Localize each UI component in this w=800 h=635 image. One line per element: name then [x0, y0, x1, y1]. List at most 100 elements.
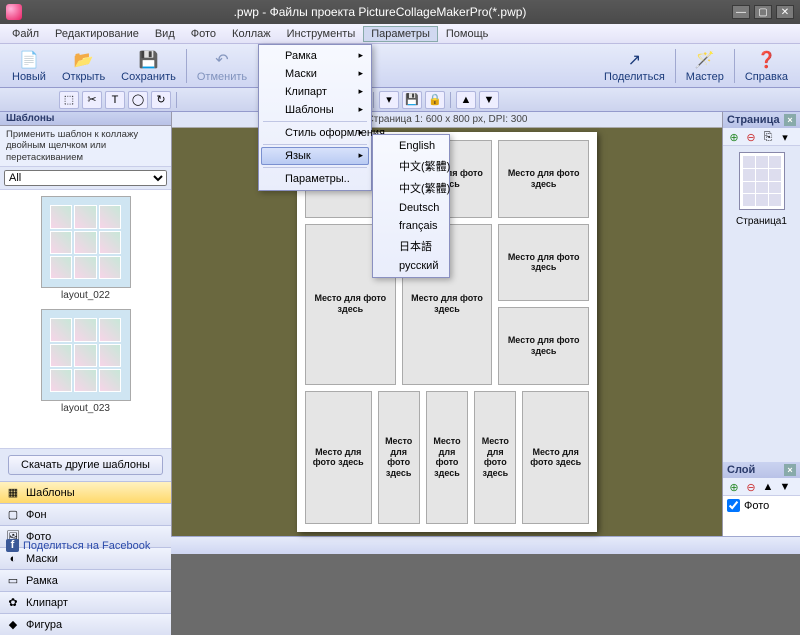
layer-up[interactable]: ▲ — [456, 91, 476, 109]
template-caption: layout_023 — [0, 403, 171, 414]
toolbar-separator — [373, 92, 374, 108]
template-item[interactable]: layout_022 — [0, 190, 171, 303]
menu-separator — [263, 121, 367, 122]
menu-file[interactable]: Файл — [4, 26, 47, 42]
share-icon: ↗ — [623, 49, 645, 71]
acc-label: Фигура — [26, 619, 62, 631]
photo-slot[interactable]: Место для фото здесь — [378, 391, 420, 524]
menu-clipart[interactable]: Клипарт — [261, 83, 369, 101]
acc-clipart[interactable]: ✿Клипарт — [0, 591, 171, 613]
template-thumb — [41, 196, 131, 288]
templates-hint: Применить шаблон к коллажу двойным щелчк… — [0, 126, 171, 167]
lang-deutsch[interactable]: Deutsch — [375, 199, 447, 217]
acc-shape[interactable]: ◆Фигура — [0, 613, 171, 635]
photo-slot[interactable]: Место для фото здесь — [522, 391, 589, 524]
tool-shape[interactable]: ◯ — [128, 91, 148, 109]
menu-view[interactable]: Вид — [147, 26, 183, 42]
clipart-icon: ✿ — [6, 596, 20, 610]
close-button[interactable]: ✕ — [776, 5, 794, 19]
photo-slot[interactable]: Место для фото здесь — [498, 307, 589, 385]
menu-language[interactable]: Язык — [261, 147, 369, 165]
undo-icon: ↶ — [211, 49, 233, 71]
close-panel-icon[interactable]: × — [784, 464, 796, 476]
menu-collage[interactable]: Коллаж — [224, 26, 279, 42]
menu-separator — [263, 167, 367, 168]
menu-templates[interactable]: Шаблоны — [261, 101, 369, 119]
acc-label: Фон — [26, 509, 47, 521]
photo-slot[interactable]: Место для фото здесь — [474, 391, 516, 524]
minimize-button[interactable]: — — [732, 5, 750, 19]
language-submenu: English 中文(繁體) 中文(繁體) Deutsch français 日… — [372, 134, 450, 278]
menu-frames[interactable]: Рамка — [261, 47, 369, 65]
page-opts-icon[interactable]: ▾ — [778, 130, 792, 144]
photo-slot[interactable]: Место для фото здесь — [498, 140, 589, 218]
toolbar-separator — [450, 92, 451, 108]
acc-frame[interactable]: ▭Рамка — [0, 569, 171, 591]
menu-tools[interactable]: Инструменты — [279, 26, 364, 42]
layer-add-icon[interactable]: ⊕ — [727, 480, 741, 494]
save-button[interactable]: 💾Сохранить — [113, 47, 184, 85]
wizard-label: Мастер — [686, 71, 724, 83]
layer-down[interactable]: ▼ — [479, 91, 499, 109]
template-item[interactable]: layout_023 — [0, 303, 171, 416]
photo-slot[interactable]: Место для фото здесь — [426, 391, 468, 524]
layer-row[interactable]: Фото — [727, 499, 796, 512]
tool-text[interactable]: T — [105, 91, 125, 109]
share-label: Поделиться — [604, 71, 665, 83]
share-facebook-link[interactable]: Поделиться на Facebook — [23, 540, 150, 552]
open-label: Открыть — [62, 71, 105, 83]
open-button[interactable]: 📂Открыть — [54, 47, 113, 85]
menu-params[interactable]: Параметры — [363, 26, 438, 42]
menu-masks[interactable]: Маски — [261, 65, 369, 83]
lang-japanese[interactable]: 日本語 — [375, 235, 447, 257]
new-label: Новый — [12, 71, 46, 83]
share-button[interactable]: ↗Поделиться — [596, 47, 673, 85]
new-button[interactable]: 📄Новый — [4, 47, 54, 85]
maximize-button[interactable]: ▢ — [754, 5, 772, 19]
lang-francais[interactable]: français — [375, 217, 447, 235]
layer-down-icon[interactable]: ▼ — [778, 480, 792, 494]
lang-zh1[interactable]: 中文(繁體) — [375, 155, 447, 177]
photo-slot[interactable]: Место для фото здесь — [305, 391, 372, 524]
save-pic[interactable]: 💾 — [402, 91, 422, 109]
tool-rotate[interactable]: ↻ — [151, 91, 171, 109]
toolbar-separator — [675, 49, 676, 83]
acc-label: Рамка — [26, 575, 58, 587]
page-thumbnail[interactable] — [739, 152, 785, 210]
lang-russian[interactable]: русский — [375, 257, 447, 275]
templates-icon: ▦ — [6, 486, 20, 500]
layer-del-icon[interactable]: ⊖ — [744, 480, 758, 494]
undo-button[interactable]: ↶Отменить — [189, 47, 255, 85]
close-panel-icon[interactable]: × — [784, 114, 796, 126]
template-category-select[interactable]: All — [4, 170, 167, 186]
download-templates-button[interactable]: Скачать другие шаблоны — [8, 455, 163, 475]
layers-header: Слой× — [723, 462, 800, 478]
lock[interactable]: 🔒 — [425, 91, 445, 109]
toolbar-separator — [176, 92, 177, 108]
menu-style[interactable]: Стиль оформления — [261, 124, 369, 142]
menu-photo[interactable]: Фото — [183, 26, 224, 42]
layer-visible-checkbox[interactable] — [727, 499, 740, 512]
lang-zh2[interactable]: 中文(繁體) — [375, 177, 447, 199]
add-page-icon[interactable]: ⊕ — [727, 130, 741, 144]
new-icon: 📄 — [18, 49, 40, 71]
layer-up-icon[interactable]: ▲ — [761, 480, 775, 494]
help-button[interactable]: ❓Справка — [737, 47, 796, 85]
tool-crop[interactable]: ✂ — [82, 91, 102, 109]
menu-help[interactable]: Помощь — [438, 26, 497, 42]
zoom-fit[interactable]: ▾ — [379, 91, 399, 109]
template-list[interactable]: layout_022 layout_023 — [0, 189, 171, 449]
lang-english[interactable]: English — [375, 137, 447, 155]
wizard-button[interactable]: 🪄Мастер — [678, 47, 732, 85]
tool-select[interactable]: ⬚ — [59, 91, 79, 109]
delete-page-icon[interactable]: ⊖ — [744, 130, 758, 144]
undo-label: Отменить — [197, 71, 247, 83]
facebook-icon[interactable]: f — [6, 539, 19, 552]
dup-page-icon[interactable]: ⎘ — [761, 130, 775, 144]
menu-options[interactable]: Параметры.. — [261, 170, 369, 188]
acc-background[interactable]: ▢Фон — [0, 503, 171, 525]
menu-edit[interactable]: Редактирование — [47, 26, 147, 42]
acc-templates[interactable]: ▦Шаблоны — [0, 481, 171, 503]
photo-slot[interactable]: Место для фото здесь — [498, 224, 589, 302]
main-toolbar: 📄Новый 📂Открыть 💾Сохранить ↶Отменить ↷По… — [0, 44, 800, 88]
